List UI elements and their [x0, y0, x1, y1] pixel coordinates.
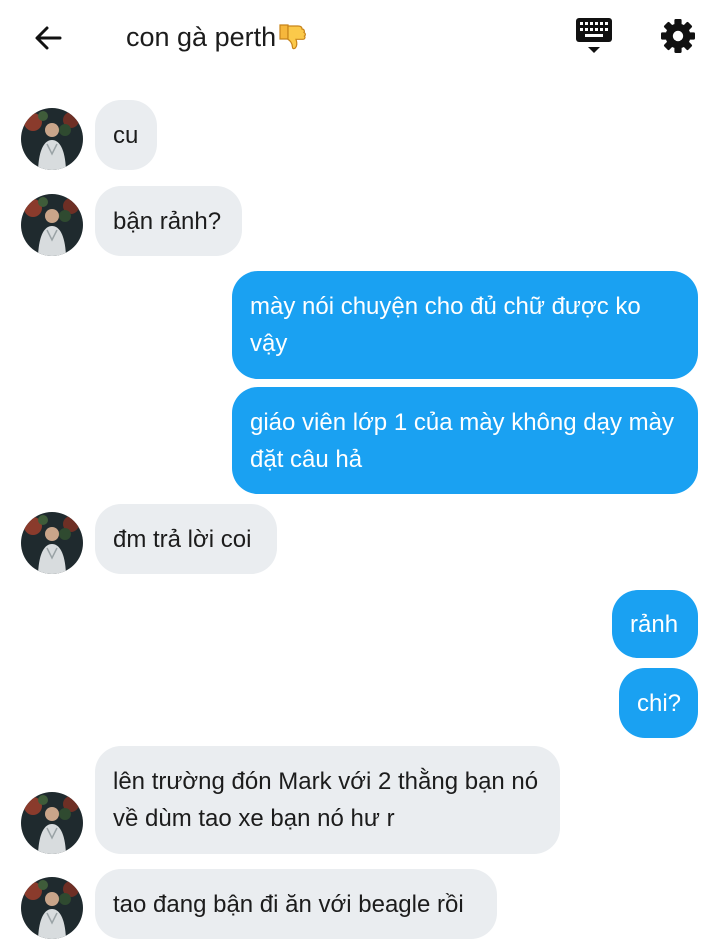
keyboard-button[interactable]	[574, 14, 614, 58]
message-text: chi?	[637, 689, 682, 717]
conversation-title: con gà perth	[126, 22, 308, 53]
gear-icon	[661, 19, 695, 53]
conversation-title-text: con gà perth	[126, 22, 277, 52]
message-text: đm trả lời coi	[113, 525, 252, 553]
contact-avatar[interactable]	[21, 792, 83, 854]
contact-avatar[interactable]	[21, 194, 83, 256]
avatar-image	[21, 877, 83, 939]
keyboard-icon	[576, 18, 612, 53]
avatar-image	[21, 108, 83, 170]
contact-avatar[interactable]	[21, 512, 83, 574]
message-text: bận rảnh?	[113, 207, 222, 235]
message-bubble-outgoing[interactable]: chi?	[619, 668, 698, 738]
chat-header: con gà perth	[0, 0, 720, 78]
message-text: cu	[113, 121, 139, 149]
message-bubble-incoming[interactable]: cu	[95, 100, 157, 170]
avatar-image	[21, 512, 83, 574]
message-bubble-incoming[interactable]: tao đang bận đi ăn với beagle rồi	[95, 869, 497, 939]
arrow-left-icon	[35, 26, 62, 50]
message-bubble-incoming[interactable]: bận rảnh?	[95, 186, 242, 256]
message-bubble-incoming[interactable]: đm trả lời coi	[95, 504, 277, 574]
message-text: tao đang bận đi ăn với beagle rồi	[113, 890, 464, 918]
settings-button[interactable]	[656, 14, 700, 58]
message-bubble-outgoing[interactable]: rảnh	[612, 590, 698, 658]
avatar-image	[21, 792, 83, 854]
message-bubble-outgoing[interactable]: giáo viên lớp 1 của mày không dạy mày đặ…	[232, 387, 698, 494]
contact-avatar[interactable]	[21, 877, 83, 939]
chat-screen: con gà perth cu bận rảnh? mày nói chuyện…	[0, 0, 720, 952]
message-text: mày nói chuyện cho đủ chữ được ko vậy	[250, 293, 641, 357]
back-button[interactable]	[28, 18, 68, 58]
message-text: giáo viên lớp 1 của mày không dạy mày đặ…	[250, 408, 674, 473]
contact-avatar[interactable]	[21, 108, 83, 170]
avatar-image	[21, 194, 83, 256]
thumbs-down-emoji	[279, 24, 307, 50]
message-bubble-outgoing[interactable]: mày nói chuyện cho đủ chữ được ko vậy	[232, 271, 698, 379]
message-text: rảnh	[630, 610, 679, 638]
message-text: lên trường đón Mark với 2 thằng bạn nó v…	[113, 768, 539, 832]
message-bubble-incoming[interactable]: lên trường đón Mark với 2 thằng bạn nó v…	[95, 746, 560, 854]
